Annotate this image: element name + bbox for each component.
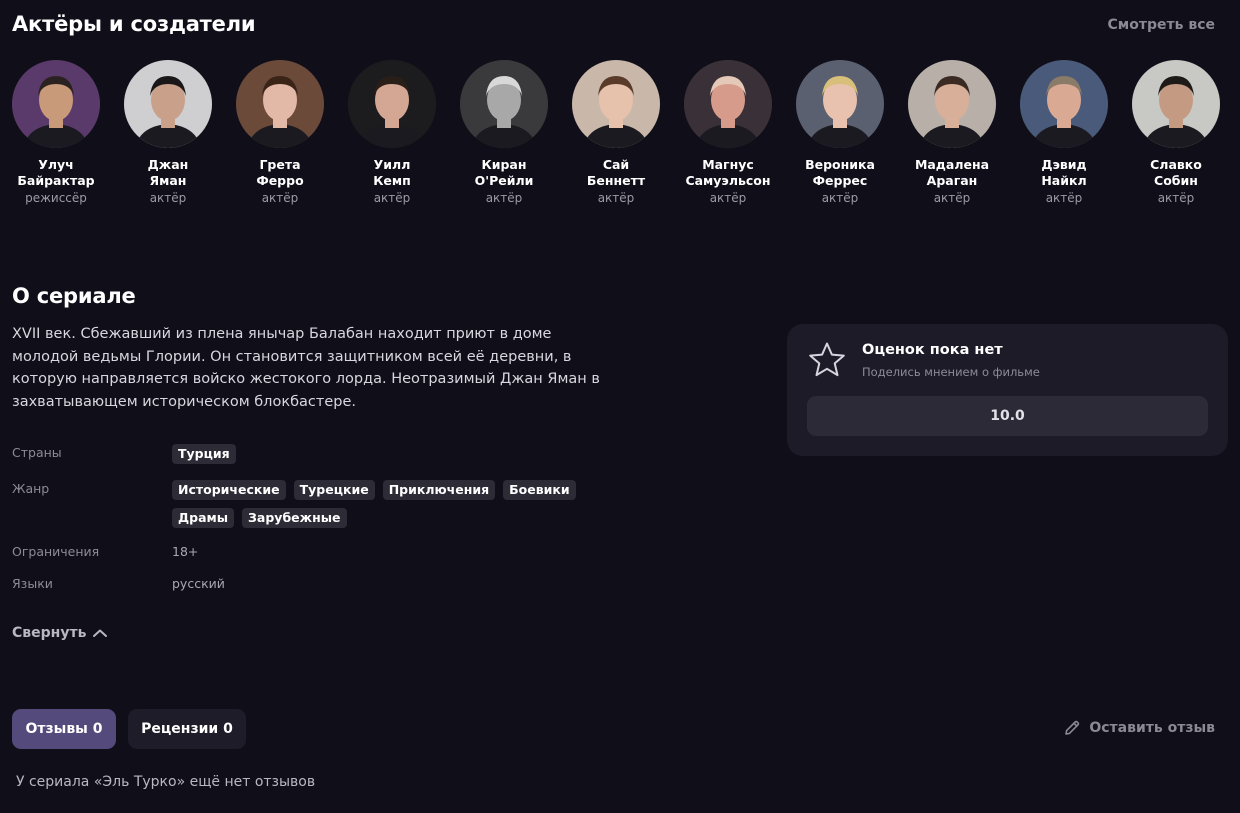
rating-subtitle: Поделись мнением о фильме	[862, 365, 1040, 379]
languages-row: Языки русский	[12, 576, 225, 592]
tag[interactable]: Турция	[172, 444, 236, 464]
languages-value: русский	[172, 576, 225, 591]
avatar	[796, 60, 884, 148]
cast-member-role: актёр	[373, 191, 411, 205]
collapse-label: Свернуть	[12, 625, 87, 641]
cast-member-role: актёр	[1045, 191, 1083, 205]
avatar	[124, 60, 212, 148]
cast-member-role: актёр	[709, 191, 747, 205]
leave-review-label: Оставить отзыв	[1089, 720, 1215, 736]
avatar	[908, 60, 996, 148]
cast-member[interactable]: Магнус Самуэльсон актёр	[672, 60, 784, 205]
chevron-up-icon	[93, 629, 108, 637]
restrictions-value: 18+	[172, 544, 199, 559]
cast-member-name: Славко Собин	[1150, 157, 1202, 188]
restrictions-row: Ограничения 18+	[12, 544, 198, 560]
cast-member-role: актёр	[261, 191, 299, 205]
rate-button[interactable]: 10.0	[807, 396, 1208, 436]
restrictions-label: Ограничения	[12, 544, 100, 559]
cast-member[interactable]: Уилл Кемп актёр	[336, 60, 448, 205]
rating-title: Оценок пока нет	[862, 342, 1003, 358]
tag[interactable]: Исторические	[172, 480, 286, 500]
cast-row: Улуч Байрактар режиссёр Джан Яман актёр Грет…	[0, 60, 1240, 220]
cast-member-name: Киран О'Рейли	[474, 157, 534, 188]
countries-row: Страны Турция	[12, 444, 622, 464]
tag[interactable]: Турецкие	[293, 480, 375, 500]
leave-review-button[interactable]: Оставить отзыв	[1063, 719, 1215, 737]
cast-section-title: Актёры и создатели	[12, 12, 256, 36]
avatar	[1132, 60, 1220, 148]
cast-member-name: Дэвид Найкл	[1041, 157, 1087, 188]
pencil-icon	[1065, 720, 1080, 735]
tag[interactable]: Боевики	[503, 480, 576, 500]
countries-tags: Турция	[172, 444, 622, 464]
cast-member[interactable]: Улуч Байрактар режиссёр	[0, 60, 112, 205]
cast-member-role: актёр	[485, 191, 523, 205]
cast-member-name: Мадалена Араган	[914, 157, 990, 188]
cast-member-role: режиссёр	[25, 191, 87, 205]
cast-member-name: Уилл Кемп	[373, 157, 411, 188]
cast-member[interactable]: Славко Собин актёр	[1120, 60, 1232, 205]
tag[interactable]: Зарубежные	[242, 508, 347, 528]
avatar	[460, 60, 548, 148]
cast-member[interactable]: Дэвид Найкл актёр	[1008, 60, 1120, 205]
star-icon	[809, 342, 845, 377]
cast-member[interactable]: Мадалена Араган актёр	[896, 60, 1008, 205]
countries-label: Страны	[12, 445, 62, 460]
cast-member-name: Грета Ферро	[256, 157, 304, 188]
avatar	[12, 60, 100, 148]
tab-reviews[interactable]: Отзывы 0	[12, 709, 116, 749]
avatar	[236, 60, 324, 148]
collapse-button[interactable]: Свернуть	[12, 625, 108, 641]
genre-label: Жанр	[12, 481, 50, 496]
cast-member[interactable]: Сай Беннетт актёр	[560, 60, 672, 205]
avatar	[348, 60, 436, 148]
tag[interactable]: Приключения	[382, 480, 496, 500]
cast-member[interactable]: Грета Ферро актёр	[224, 60, 336, 205]
cast-member-name: Вероника Феррес	[805, 157, 875, 188]
avatar	[1020, 60, 1108, 148]
tab-critic-reviews[interactable]: Рецензии 0	[128, 709, 246, 749]
no-reviews-message: У сериала «Эль Турко» ещё нет отзывов	[16, 774, 316, 790]
cast-member-name: Магнус Самуэльсон	[685, 157, 771, 188]
tag[interactable]: Драмы	[172, 508, 235, 528]
cast-member-role: актёр	[821, 191, 859, 205]
see-all-link[interactable]: Смотреть все	[1108, 17, 1215, 33]
cast-member-role: актёр	[597, 191, 635, 205]
cast-member-role: актёр	[933, 191, 971, 205]
avatar	[572, 60, 660, 148]
languages-label: Языки	[12, 576, 53, 591]
cast-member[interactable]: Киран О'Рейли актёр	[448, 60, 560, 205]
rating-card: Оценок пока нет Поделись мнением о фильм…	[787, 324, 1228, 456]
cast-member[interactable]: Джан Яман актёр	[112, 60, 224, 205]
cast-member-role: актёр	[1157, 191, 1195, 205]
cast-member[interactable]: Вероника Феррес актёр	[784, 60, 896, 205]
about-section-title: О сериале	[12, 284, 136, 308]
genre-row: Жанр Исторические Турецкие Приключения Боев…	[12, 480, 632, 528]
cast-member-name: Улуч Байрактар	[17, 157, 95, 188]
cast-member-name: Джан Яман	[147, 157, 189, 188]
avatar	[684, 60, 772, 148]
cast-member-name: Сай Беннетт	[586, 157, 646, 188]
genre-tags: Исторические Турецкие Приключения Боевики Др…	[172, 480, 632, 528]
series-description: XVII век. Сбежавший из плена янычар Бала…	[12, 326, 600, 410]
cast-member-role: актёр	[149, 191, 187, 205]
